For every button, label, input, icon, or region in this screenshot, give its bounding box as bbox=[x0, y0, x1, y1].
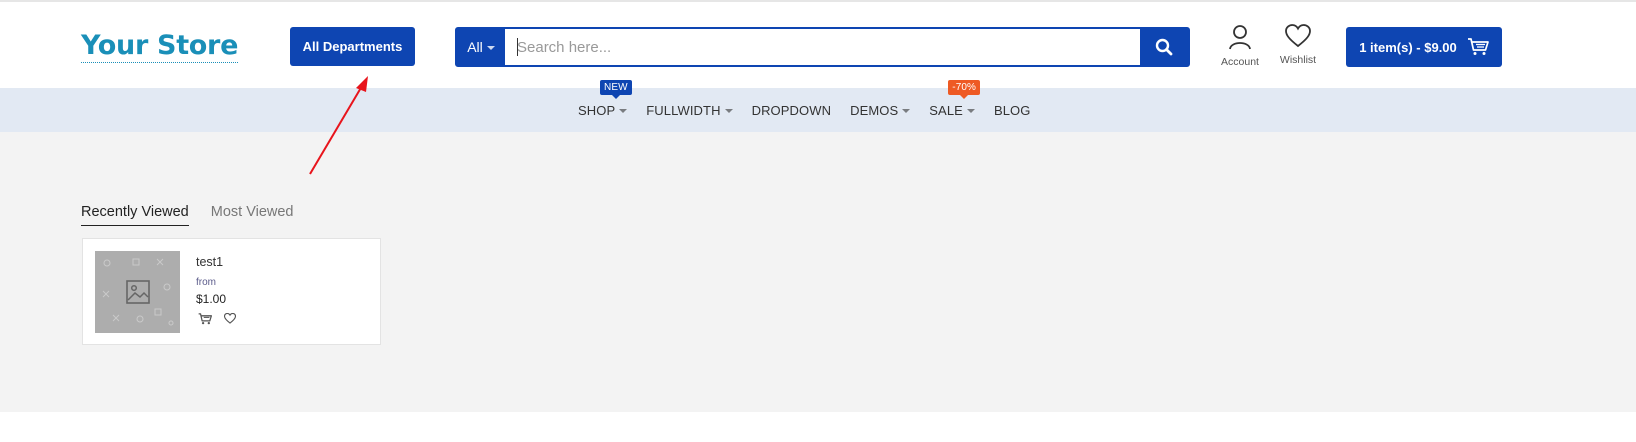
search-icon bbox=[1155, 38, 1173, 56]
nav-item-shop[interactable]: NEW SHOP bbox=[578, 79, 632, 118]
account-link[interactable]: Account bbox=[1214, 24, 1266, 68]
nav-item-label: BLOG bbox=[993, 102, 1031, 118]
search-input[interactable] bbox=[505, 29, 1140, 65]
product-tabs: Recently Viewed Most Viewed bbox=[81, 204, 294, 226]
cart-icon bbox=[198, 313, 212, 325]
product-price: $1.00 bbox=[196, 292, 227, 306]
cart-icon bbox=[1467, 38, 1489, 55]
store-logo[interactable]: Your Store bbox=[81, 30, 238, 63]
heart-icon bbox=[224, 313, 236, 324]
cart-summary: 1 item(s) - $9.00 bbox=[1359, 39, 1457, 55]
tab-most-viewed[interactable]: Most Viewed bbox=[211, 204, 294, 226]
page-bottom bbox=[0, 412, 1636, 442]
cart-button[interactable]: 1 item(s) - $9.00 bbox=[1346, 27, 1502, 67]
nav-item-sale[interactable]: -70% SALE bbox=[929, 79, 981, 118]
user-icon bbox=[1229, 25, 1251, 50]
product-name[interactable]: test1 bbox=[196, 255, 223, 269]
new-badge: NEW bbox=[600, 79, 632, 99]
chevron-down-icon bbox=[966, 109, 975, 113]
nav-item-label: DROPDOWN bbox=[751, 102, 832, 118]
all-departments-button[interactable]: All Departments bbox=[290, 27, 415, 66]
nav-item-blog[interactable]: BLOG bbox=[994, 103, 1031, 118]
heart-icon bbox=[1285, 24, 1311, 48]
chevron-down-icon bbox=[724, 109, 733, 113]
product-actions bbox=[198, 313, 236, 325]
nav-item-demos[interactable]: DEMOS bbox=[850, 102, 911, 118]
search-category-label: All bbox=[467, 39, 483, 55]
search-category-select[interactable]: All bbox=[457, 29, 505, 65]
main-nav: NEW SHOP FULLWIDTH DROPDOWN DEMOS -70% S… bbox=[0, 79, 1636, 132]
site-header: Your Store All Departments All Account W… bbox=[0, 2, 1636, 88]
chevron-down-icon bbox=[902, 109, 911, 113]
wishlist-label: Wishlist bbox=[1279, 54, 1317, 66]
text-cursor bbox=[517, 38, 518, 56]
sale-badge: -70% bbox=[948, 79, 981, 99]
nav-item-fullwidth[interactable]: FULLWIDTH bbox=[646, 102, 733, 118]
add-to-wishlist-button[interactable] bbox=[224, 313, 236, 325]
search-button[interactable] bbox=[1140, 29, 1188, 65]
add-to-cart-button[interactable] bbox=[198, 313, 212, 325]
chevron-down-icon bbox=[619, 109, 628, 113]
search-bar: All bbox=[455, 27, 1190, 67]
nav-item-label: SALE bbox=[929, 102, 963, 118]
search-input-wrap bbox=[505, 29, 1140, 65]
nav-item-label: DEMOS bbox=[850, 102, 899, 118]
product-card: test1 from $1.00 bbox=[82, 238, 381, 345]
price-prefix: from bbox=[196, 277, 216, 288]
account-label: Account bbox=[1221, 56, 1259, 68]
chevron-down-icon bbox=[486, 46, 495, 50]
nav-item-dropdown[interactable]: DROPDOWN bbox=[752, 103, 832, 118]
product-image[interactable] bbox=[95, 251, 180, 333]
nav-item-label: FULLWIDTH bbox=[646, 102, 721, 118]
nav-item-label: SHOP bbox=[578, 102, 616, 118]
image-placeholder-icon bbox=[125, 280, 150, 304]
tab-recently-viewed[interactable]: Recently Viewed bbox=[81, 204, 189, 226]
wishlist-link[interactable]: Wishlist bbox=[1272, 24, 1324, 66]
main-content: Recently Viewed Most Viewed test1 from $… bbox=[0, 132, 1636, 412]
